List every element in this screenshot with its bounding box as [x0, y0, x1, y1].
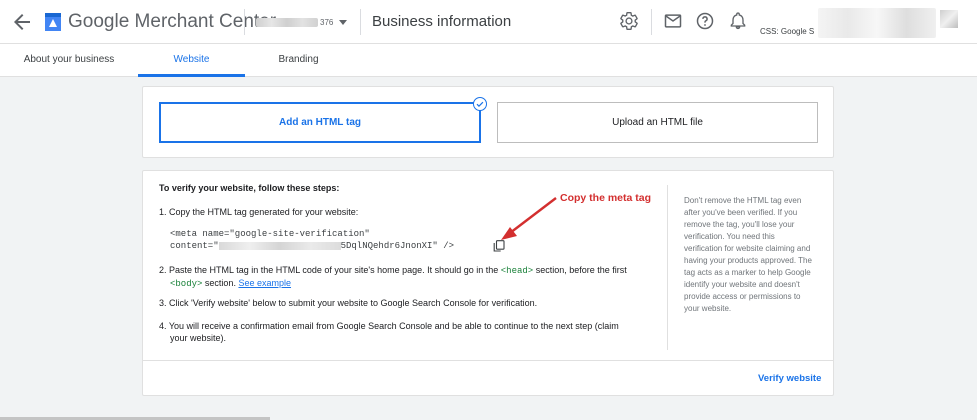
vertical-divider — [667, 185, 668, 350]
avatar[interactable] — [940, 10, 958, 28]
body-tag: <body> — [170, 278, 203, 289]
step-3: 3. Click 'Verify website' below to submi… — [159, 298, 538, 308]
tab-website[interactable]: Website — [138, 44, 245, 76]
upload-html-file-option[interactable]: Upload an HTML file — [497, 102, 818, 143]
horizontal-divider — [143, 360, 834, 361]
help-icon[interactable] — [695, 11, 715, 31]
snippet-content-end: 5DqlNQehdr6JnonXI" /> — [340, 241, 455, 251]
step-2-text-a: 2. Paste the HTML tag in the HTML code o… — [159, 265, 499, 275]
redacted-account-info — [818, 8, 936, 38]
html-tag-snippet[interactable]: <meta name="google-site-verification" co… — [170, 228, 454, 252]
head-tag: <head> — [500, 266, 534, 276]
annotation-label: Copy the meta tag — [560, 192, 652, 204]
side-note: Don't remove the HTML tag even after you… — [684, 196, 812, 313]
account-switcher[interactable]: 376 — [256, 14, 348, 30]
tab-about-your-business[interactable]: About your business — [0, 44, 138, 76]
settings-icon[interactable] — [619, 11, 639, 31]
chevron-down-icon[interactable] — [339, 19, 348, 25]
divider — [360, 9, 361, 35]
step-4: 4. You will receive a confirmation email… — [159, 321, 659, 344]
bell-icon[interactable] — [728, 11, 748, 31]
top-app-bar: Google Merchant Center 376 Business info… — [0, 0, 977, 44]
redacted-account-name — [256, 17, 318, 27]
page-title: Business information — [372, 13, 512, 30]
snippet-content-start: content=" — [170, 241, 219, 251]
see-example-link[interactable]: See example — [238, 278, 291, 288]
snippet-line-2: content=" 5DqlNQehdr6JnonXI" /> — [170, 240, 454, 252]
css-account-label: CSS: Google S — [760, 27, 815, 36]
tab-bar: About your business Website Branding — [0, 44, 977, 77]
step-4-text-a: 4. You will receive a confirmation email… — [159, 321, 619, 331]
steps-heading: To verify your website, follow these ste… — [159, 183, 340, 193]
step-4-text-b: your website). — [170, 332, 227, 343]
verify-website-button[interactable]: Verify website — [758, 373, 821, 384]
mail-icon[interactable] — [663, 11, 683, 31]
redacted-token — [218, 241, 341, 250]
account-id-suffix: 376 — [320, 17, 334, 27]
merchant-logo-icon[interactable] — [43, 11, 63, 33]
tab-branding[interactable]: Branding — [245, 44, 352, 76]
step-2-text-b: section, before the first — [535, 265, 627, 275]
step-2-text-c: section. — [204, 277, 236, 288]
step-1: 1. Copy the HTML tag generated for your … — [159, 207, 359, 217]
divider — [244, 9, 245, 35]
red-arrow-icon — [501, 197, 557, 240]
step-2: 2. Paste the HTML tag in the HTML code o… — [159, 265, 659, 290]
add-html-tag-option[interactable]: Add an HTML tag — [159, 102, 481, 143]
divider — [651, 9, 652, 35]
snippet-line-1: <meta name="google-site-verification" — [170, 229, 370, 239]
verification-method-card: Add an HTML tag Upload an HTML file — [142, 86, 834, 158]
check-circle-icon — [473, 97, 487, 111]
active-tab-indicator — [138, 74, 245, 77]
verification-steps-card: To verify your website, follow these ste… — [142, 170, 834, 396]
back-arrow-icon[interactable] — [10, 10, 34, 34]
